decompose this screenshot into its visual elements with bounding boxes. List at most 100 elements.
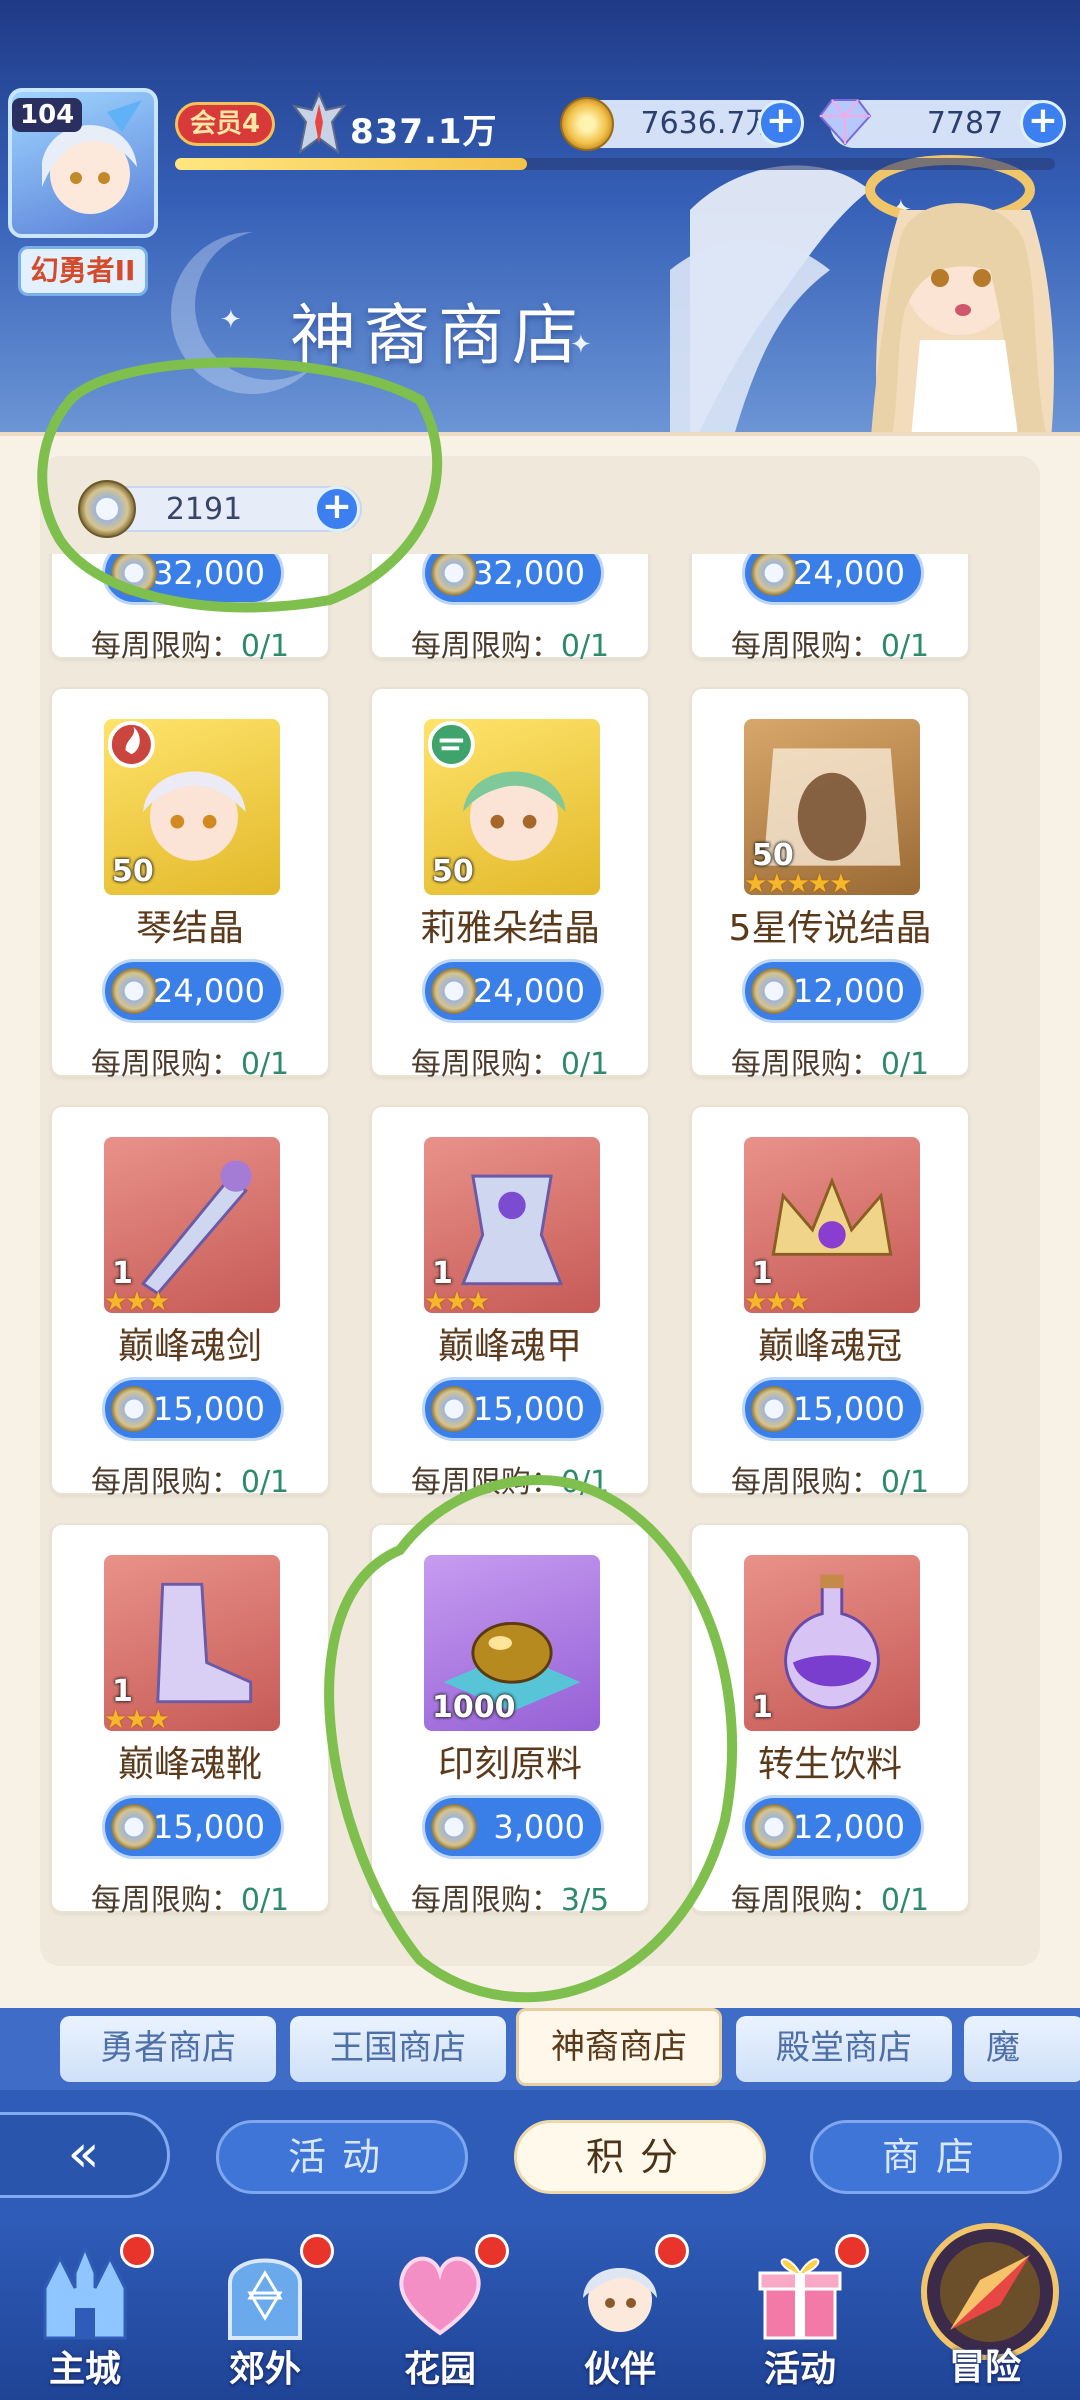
item-price: 24,000 — [793, 554, 905, 592]
item-price: 3,000 — [493, 1808, 585, 1846]
notification-dot — [475, 2234, 509, 2268]
item-quantity: 1 — [112, 1256, 133, 1291]
weekly-limit-label: 每周限购： — [730, 629, 881, 664]
shop-item-card[interactable]: 1 ★★★ 巅峰魂剑 15,000 每周限购：0/1 — [50, 1105, 330, 1500]
nav-outskirts[interactable]: 郊外 — [190, 2230, 340, 2395]
gold-coin-icon — [560, 97, 614, 151]
nav-adventure[interactable]: 冒险 — [890, 2220, 1080, 2400]
weekly-limit: 每周限购：0/1 — [372, 1457, 648, 1501]
tab-hall-shop[interactable]: 殿堂商店 — [736, 2016, 952, 2082]
vip-badge[interactable]: 会员4 — [175, 102, 275, 146]
weekly-limit-label: 每周限购： — [410, 1883, 561, 1918]
weekly-limit: 每周限购：0/1 — [692, 1875, 968, 1919]
tab-hero-shop[interactable]: 勇者商店 — [60, 2016, 276, 2082]
add-shop-currency-button[interactable]: + — [314, 486, 360, 532]
item-quantity: 1 — [432, 1256, 453, 1291]
buy-price-button[interactable]: 32,000 — [422, 554, 604, 605]
weekly-limit: 每周限购：0/1 — [52, 1457, 328, 1501]
buy-price-button[interactable]: 15,000 — [742, 1377, 924, 1441]
tab-demon-shop[interactable]: 魔 — [964, 2016, 1080, 2082]
item-thumbnail: 1 ★★★ — [424, 1137, 600, 1313]
weekly-limit-label: 每周限购： — [90, 1465, 241, 1500]
buy-price-button[interactable]: 32,000 — [102, 554, 284, 605]
player-name: 幻勇者II — [18, 246, 148, 296]
weekly-limit: 每周限购：0/1 — [692, 1039, 968, 1083]
item-name: 莉雅朵结晶 — [419, 908, 600, 949]
item-name: 巅峰魂靴 — [117, 1744, 262, 1785]
shop-header: ✦ ✦ ✦ 神裔商店 — [0, 0, 1080, 440]
shop-coin-icon — [111, 1386, 157, 1432]
item-thumbnail: 50 — [104, 719, 280, 895]
tab-kingdom-shop[interactable]: 王国商店 — [290, 2016, 506, 2082]
shop-item-card[interactable]: 24,000 每周限购：0/1 — [690, 554, 970, 664]
buy-price-button[interactable]: 15,000 — [102, 1377, 284, 1441]
sparkle-icon: ✦ — [220, 305, 242, 335]
weekly-limit: 每周限购：0/1 — [692, 1457, 968, 1501]
item-grid: 32,000 每周限购：0/1 32,000 每周限购：0/1 24,000 每周限购：0… — [40, 554, 1040, 1954]
nav-label: 花园 — [403, 2349, 476, 2390]
shop-coin-icon — [431, 1386, 477, 1432]
buy-price-button[interactable]: 3,000 — [422, 1795, 604, 1859]
item-quantity: 1 — [752, 1690, 773, 1725]
shop-item-card[interactable]: 50 琴结晶 24,000 每周限购：0/1 — [50, 687, 330, 1082]
tab-divine-shop[interactable]: 神裔商店 — [516, 2008, 722, 2086]
nav-garden[interactable]: 花园 — [365, 2230, 515, 2395]
category-points[interactable]: 积分 — [514, 2120, 766, 2194]
shop-tabs: 勇者商店 王国商店 神裔商店 殿堂商店 魔 — [0, 2008, 1080, 2090]
shop-item-card[interactable]: 1 ★★★ 巅峰魂冠 15,000 每周限购：0/1 — [690, 1105, 970, 1500]
nav-label: 冒险 — [948, 2347, 1021, 2388]
buy-price-button[interactable]: 15,000 — [102, 1795, 284, 1859]
buy-price-button[interactable]: 12,000 — [742, 959, 924, 1023]
exp-progress-fill — [175, 158, 527, 170]
combat-power-icon — [292, 92, 346, 155]
weekly-limit-value: 0/1 — [560, 629, 610, 664]
weekly-limit-value: 3/5 — [560, 1883, 610, 1918]
add-gem-button[interactable]: + — [1020, 100, 1066, 146]
buy-price-button[interactable]: 24,000 — [102, 959, 284, 1023]
shop-item-card[interactable]: 50 莉雅朵结晶 24,000 每周限购：0/1 — [370, 687, 650, 1082]
notification-dot — [835, 2234, 869, 2268]
shop-coin-icon — [111, 554, 157, 596]
buy-price-button[interactable]: 24,000 — [422, 959, 604, 1023]
weekly-limit-value: 0/1 — [240, 1047, 290, 1082]
weekly-limit: 每周限购：0/1 — [52, 1039, 328, 1083]
nav-activity[interactable]: 活动 — [725, 2230, 875, 2395]
weekly-limit: 每周限购：0/1 — [372, 1039, 648, 1083]
weekly-limit-label: 每周限购： — [90, 1883, 241, 1918]
shop-item-card[interactable]: 32,000 每周限购：0/1 — [50, 554, 330, 664]
shop-item-card[interactable]: 1 ★★★ 巅峰魂靴 15,000 每周限购：0/1 — [50, 1523, 330, 1918]
buy-price-button[interactable]: 15,000 — [422, 1377, 604, 1441]
player-level: 104 — [12, 98, 83, 132]
item-star-rating: ★★★ — [104, 1287, 170, 1313]
shop-coin-icon — [111, 968, 157, 1014]
shop-coin-icon — [751, 1386, 797, 1432]
add-gold-button[interactable]: + — [758, 100, 804, 146]
category-activity[interactable]: 活动 — [216, 2120, 468, 2194]
category-shop[interactable]: 商店 — [810, 2120, 1062, 2194]
weekly-limit-label: 每周限购： — [90, 629, 241, 664]
shop-coin-icon — [751, 968, 797, 1014]
shop-item-card[interactable]: 1 ★★★ 巅峰魂甲 15,000 每周限购：0/1 — [370, 1105, 650, 1500]
item-quantity: 50 — [752, 838, 794, 873]
back-button[interactable]: « — [0, 2112, 170, 2198]
nav-partners[interactable]: 伙伴 — [545, 2230, 695, 2395]
shop-item-card[interactable]: 32,000 每周限购：0/1 — [370, 554, 650, 664]
gem-bar: 7787 + — [818, 99, 1066, 148]
shop-item-card[interactable]: 1000 印刻原料 3,000 每周限购：3/5 — [370, 1523, 650, 1918]
nav-main-city[interactable]: 主城 — [10, 2230, 160, 2395]
item-price: 15,000 — [153, 1808, 265, 1846]
buy-price-button[interactable]: 24,000 — [742, 554, 924, 605]
item-thumbnail: 50 — [424, 719, 600, 895]
item-quantity: 1 — [112, 1674, 133, 1709]
shop-item-card[interactable]: 50 ★★★★★ 5星传说结晶 12,000 每周限购：0/1 — [690, 687, 970, 1082]
item-thumbnail: 1 ★★★ — [744, 1137, 920, 1313]
shop-title: 神裔商店 — [290, 297, 586, 374]
shop-item-card[interactable]: 1 转生饮料 12,000 每周限购：0/1 — [690, 1523, 970, 1918]
buy-price-button[interactable]: 12,000 — [742, 1795, 924, 1859]
shop-currency-value: 2191 — [165, 492, 243, 527]
exp-progress-bar — [175, 158, 1055, 170]
weekly-limit-label: 每周限购： — [730, 1883, 881, 1918]
weekly-limit-value: 0/1 — [880, 1883, 930, 1918]
item-star-rating: ★★★★★ — [744, 869, 853, 895]
item-price: 32,000 — [473, 554, 585, 592]
